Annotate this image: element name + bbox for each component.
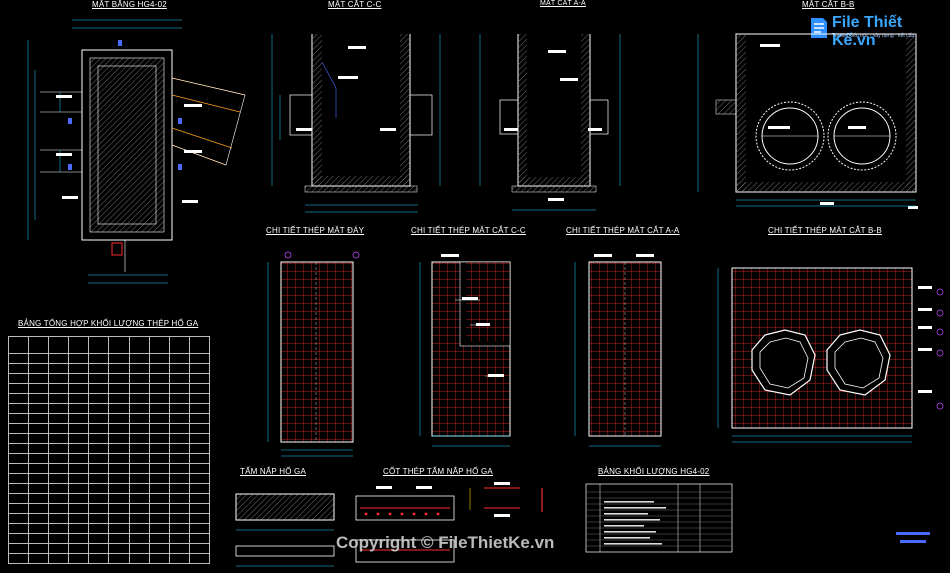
cover-slab <box>235 493 335 567</box>
quantity-table <box>585 483 930 553</box>
section-aa <box>479 34 621 211</box>
rebar-section-bb <box>717 267 944 443</box>
steel-summary-table <box>7 336 211 564</box>
rebar-section-aa <box>574 254 662 447</box>
plan-view <box>27 19 246 284</box>
copyright-watermark: Copyright © FileThietKe.vn <box>336 533 555 552</box>
rebar-bottom-detail <box>267 251 360 457</box>
rebar-section-cc <box>419 254 511 447</box>
section-cc <box>271 34 441 213</box>
section-bb <box>697 33 918 209</box>
